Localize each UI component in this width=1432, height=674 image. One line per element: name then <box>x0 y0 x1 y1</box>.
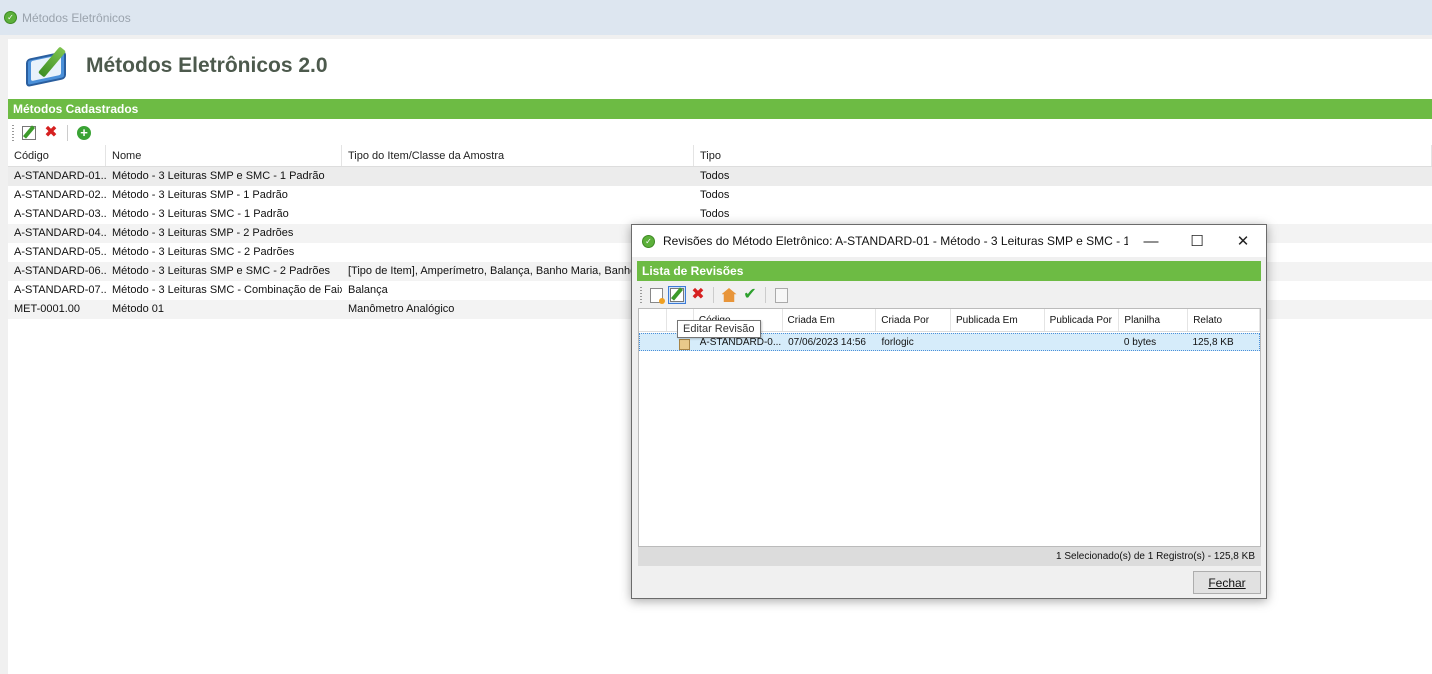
cell-nome: Método - 3 Leituras SMC - 1 Padrão <box>112 208 289 220</box>
delete-icon: ✖ <box>691 286 705 303</box>
column-header-codigo[interactable]: Código <box>8 145 106 166</box>
cell-publicada-por <box>1044 334 1119 350</box>
cell-criada-por: forlogic <box>881 337 914 348</box>
cell-blank <box>640 334 668 350</box>
cell-relato: 125,8 KB <box>1192 337 1234 348</box>
cell-codigo: A-STANDARD-06.... <box>14 265 106 277</box>
column-header-publicada-em[interactable]: Publicada Em <box>951 309 1045 331</box>
home-revision-button[interactable] <box>720 286 738 304</box>
main-title-bar: ✓ Métodos Eletrônicos <box>0 0 1432 35</box>
cell-tipo: Todos <box>700 170 730 182</box>
revision-icon <box>678 339 690 350</box>
app-icon: ✓ <box>642 234 655 248</box>
grid-header: Código Nome Tipo do Item/Classe da Amost… <box>8 145 1432 167</box>
plus-icon: + <box>77 126 91 140</box>
dialog-title-bar[interactable]: ✓ Revisões do Método Eletrônico: A-STAND… <box>632 225 1266 257</box>
cell-codigo: A-STANDARD-04.... <box>14 227 106 239</box>
toolbar-separator <box>713 287 714 303</box>
table-row[interactable]: A-STANDARD-02.... Método - 3 Leituras SM… <box>8 186 1432 205</box>
delete-method-button[interactable]: ✖ <box>42 124 60 142</box>
dialog-title: Revisões do Método Eletrônico: A-STANDAR… <box>663 234 1128 248</box>
window-title: Métodos Eletrônicos <box>22 10 131 25</box>
column-header-publicada-por[interactable]: Publicada Por <box>1045 309 1120 331</box>
cell-nome: Método - 3 Leituras SMC - 2 Padrões <box>112 246 295 258</box>
column-header-tipo-item[interactable]: Tipo do Item/Classe da Amostra <box>342 145 694 166</box>
cell-criada-em: 07/06/2023 14:56 <box>788 337 866 348</box>
cell-codigo: A-STANDARD-05.... <box>14 246 106 258</box>
fechar-label: Fechar <box>1208 575 1246 590</box>
dialog-section-title: Lista de Revisões <box>637 261 1261 281</box>
column-header-blank[interactable] <box>639 309 667 331</box>
column-header-nome[interactable]: Nome <box>106 145 342 166</box>
cell-nome: Método - 3 Leituras SMP e SMC - 2 Padrõe… <box>112 265 331 277</box>
edit-icon <box>22 126 36 140</box>
edit-revision-button[interactable] <box>668 286 686 304</box>
page-title: Métodos Eletrônicos 2.0 <box>86 54 328 77</box>
cell-codigo: A-STANDARD-02.... <box>14 189 106 201</box>
cell-nome: Método - 3 Leituras SMC - Combinação de … <box>112 284 342 296</box>
column-header-planilha[interactable]: Planilha <box>1119 309 1189 331</box>
table-row[interactable]: A-STANDARD-03.... Método - 3 Leituras SM… <box>8 205 1432 224</box>
toolbar-separator <box>765 287 766 303</box>
add-method-button[interactable]: + <box>75 124 93 142</box>
tablet-pen-logo-icon <box>24 43 74 89</box>
delete-icon: ✖ <box>44 124 58 141</box>
cell-tipo-item <box>342 186 694 205</box>
fechar-button[interactable]: Fechar <box>1193 571 1261 594</box>
cell-codigo: A-STANDARD-03.... <box>14 208 106 220</box>
publish-revision-button[interactable]: ✔ <box>741 286 759 304</box>
check-icon: ✔ <box>743 286 757 303</box>
cell-tipo-item <box>342 167 694 186</box>
column-header-criada-por[interactable]: Criada Por <box>876 309 951 331</box>
header-banner: Métodos Eletrônicos 2.0 <box>8 39 1432 93</box>
new-revision-button[interactable] <box>647 286 665 304</box>
cell-nome: Método 01 <box>112 303 164 315</box>
toolbar-grip[interactable] <box>640 287 642 303</box>
status-bar: 1 Selecionado(s) de 1 Registro(s) - 125,… <box>638 547 1261 566</box>
cell-nome: Método - 3 Leituras SMP - 1 Padrão <box>112 189 288 201</box>
maximize-button[interactable]: ☐ <box>1174 225 1220 257</box>
section-title: Métodos Cadastrados <box>8 99 1432 119</box>
maximize-icon: ☐ <box>1190 233 1204 250</box>
close-window-button[interactable]: ✕ <box>1220 225 1266 257</box>
tooltip: Editar Revisão <box>677 320 761 338</box>
cell-nome: Método - 3 Leituras SMP e SMC - 1 Padrão <box>112 170 325 182</box>
edit-method-button[interactable] <box>20 124 38 142</box>
revisions-grid: Código Criada Em Criada Por Publicada Em… <box>638 308 1261 547</box>
delete-revision-button[interactable]: ✖ <box>689 286 707 304</box>
column-header-criada-em[interactable]: Criada Em <box>783 309 877 331</box>
app-icon: ✓ <box>4 11 17 24</box>
document-icon <box>774 287 788 303</box>
new-document-icon <box>649 287 665 304</box>
close-icon: ✕ <box>1236 233 1250 250</box>
minimize-icon: — <box>1143 232 1159 250</box>
cell-codigo: A-STANDARD-07.... <box>14 284 106 296</box>
cell-tipo: Todos <box>700 208 730 220</box>
cell-codigo: MET-0001.00 <box>14 303 81 315</box>
cell-tipo: Todos <box>700 189 730 201</box>
toolbar-grip[interactable] <box>12 125 14 141</box>
home-icon <box>721 288 737 302</box>
column-header-relato[interactable]: Relato <box>1188 309 1260 331</box>
revisions-dialog: ✓ Revisões do Método Eletrônico: A-STAND… <box>631 224 1267 599</box>
table-row[interactable]: A-STANDARD-01.... Método - 3 Leituras SM… <box>8 167 1432 186</box>
cell-nome: Método - 3 Leituras SMP - 2 Padrões <box>112 227 294 239</box>
cell-publicada-em <box>951 334 1044 350</box>
view-revision-button[interactable] <box>772 286 790 304</box>
cell-planilha: 0 bytes <box>1123 337 1157 348</box>
minimize-button[interactable]: — <box>1128 225 1174 257</box>
methods-toolbar: ✖ + <box>8 121 1432 145</box>
column-header-tipo[interactable]: Tipo <box>694 145 1432 166</box>
revisions-toolbar: ✖ ✔ <box>637 283 1261 307</box>
cell-tipo-item <box>342 205 694 224</box>
toolbar-separator <box>67 125 68 141</box>
edit-icon <box>670 288 684 302</box>
cell-codigo: A-STANDARD-01.... <box>14 170 106 182</box>
